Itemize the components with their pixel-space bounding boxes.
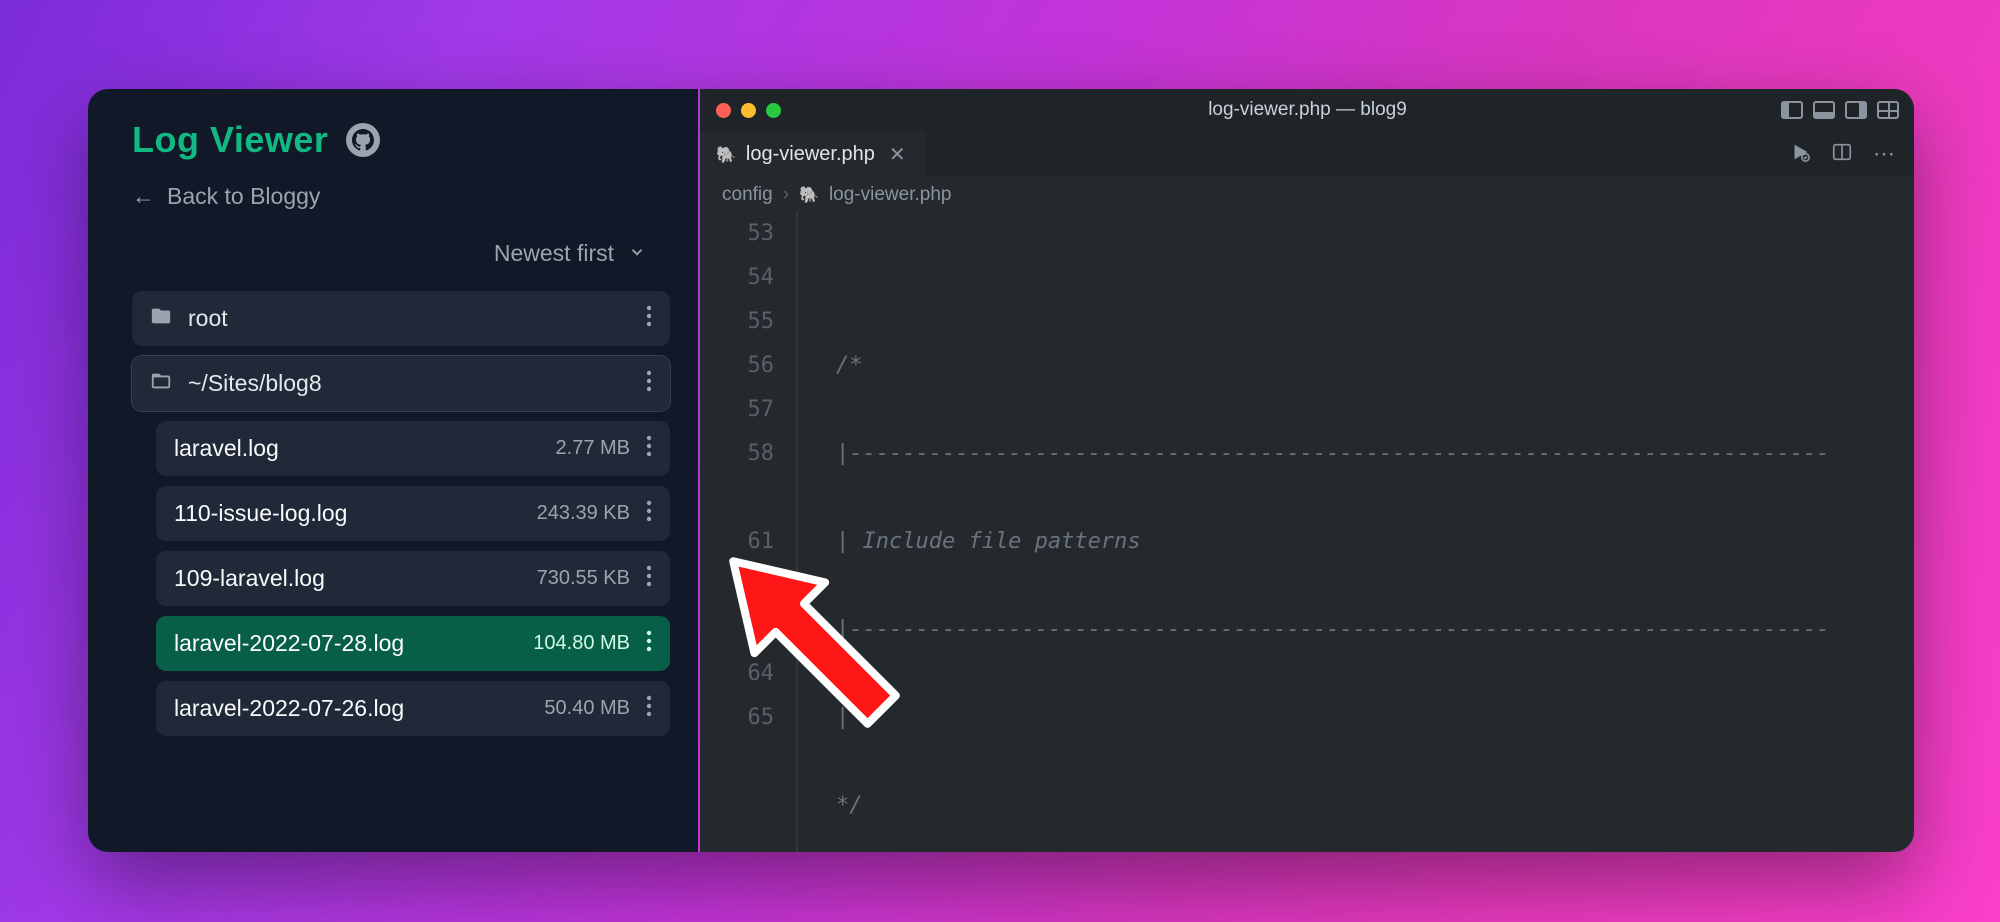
folder-label: ~/Sites/blog8 xyxy=(188,370,322,397)
layout-customize-icon[interactable] xyxy=(1877,101,1899,119)
sort-label: Newest first xyxy=(494,240,614,267)
chevron-right-icon: › xyxy=(783,184,789,206)
folder-open-icon xyxy=(150,370,172,397)
github-icon[interactable] xyxy=(346,123,380,157)
logviewer-panel: Log Viewer ← Back to Bloggy Newest first… xyxy=(88,89,698,852)
layout-sidebar-left-icon[interactable] xyxy=(1781,101,1803,119)
php-file-icon: 🐘 xyxy=(799,185,819,205)
app-title: Log Viewer xyxy=(132,119,328,161)
logviewer-header: Log Viewer xyxy=(132,119,670,161)
more-vertical-icon[interactable] xyxy=(646,435,652,462)
more-vertical-icon[interactable] xyxy=(646,370,652,397)
folder-row-root[interactable]: root xyxy=(132,291,670,346)
line-number-gutter: 53 54 55 56 57 58 61 62 63 64 65 xyxy=(700,212,796,852)
close-icon[interactable]: ✕ xyxy=(885,142,910,167)
file-size: 730.55 KB xyxy=(537,567,630,590)
tab-label: log-viewer.php xyxy=(746,143,875,166)
file-name: 110-issue-log.log xyxy=(174,500,347,527)
file-row[interactable]: laravel.log 2.77 MB xyxy=(156,421,670,476)
breadcrumb-file: log-viewer.php xyxy=(829,184,952,206)
editor-tabbar: 🐘 log-viewer.php ✕ ⋯ xyxy=(700,131,1914,177)
folder-icon xyxy=(150,305,172,332)
file-row-selected[interactable]: laravel-2022-07-28.log 104.80 MB xyxy=(156,616,670,671)
vscode-titlebar: log-viewer.php — blog9 xyxy=(700,89,1914,131)
folder-row-sites-blog8[interactable]: ~/Sites/blog8 xyxy=(132,356,670,411)
file-row[interactable]: laravel-2022-07-26.log 50.40 MB xyxy=(156,681,670,736)
file-size: 243.39 KB xyxy=(537,502,630,525)
back-link[interactable]: ← Back to Bloggy xyxy=(132,183,670,210)
breadcrumb-folder: config xyxy=(722,184,773,206)
breadcrumb[interactable]: config › 🐘 log-viewer.php xyxy=(700,177,1914,212)
file-name: laravel.log xyxy=(174,435,279,462)
layout-panel-bottom-icon[interactable] xyxy=(1813,101,1835,119)
file-size: 104.80 MB xyxy=(533,632,630,655)
chevron-down-icon xyxy=(628,240,646,267)
window-title: log-viewer.php — blog9 xyxy=(700,99,1914,121)
file-name: laravel-2022-07-28.log xyxy=(174,630,404,657)
run-icon[interactable] xyxy=(1789,141,1811,168)
file-size: 2.77 MB xyxy=(556,437,630,460)
folder-label: root xyxy=(188,305,228,332)
more-vertical-icon[interactable] xyxy=(646,630,652,657)
more-vertical-icon[interactable] xyxy=(646,565,652,592)
more-horizontal-icon[interactable]: ⋯ xyxy=(1873,141,1897,167)
editor-tab[interactable]: 🐘 log-viewer.php ✕ xyxy=(700,131,926,177)
more-vertical-icon[interactable] xyxy=(646,500,652,527)
more-vertical-icon[interactable] xyxy=(646,305,652,332)
back-link-label: Back to Bloggy xyxy=(167,183,320,210)
file-row[interactable]: 110-issue-log.log 243.39 KB xyxy=(156,486,670,541)
sort-dropdown[interactable]: Newest first xyxy=(132,240,670,267)
arrow-left-icon: ← xyxy=(132,183,155,210)
php-file-icon: 🐘 xyxy=(716,145,736,165)
layout-sidebar-right-icon[interactable] xyxy=(1845,101,1867,119)
split-editor-icon[interactable] xyxy=(1831,141,1853,168)
app-window: Log Viewer ← Back to Bloggy Newest first… xyxy=(88,89,1914,852)
vscode-window: log-viewer.php — blog9 🐘 log-viewer.php … xyxy=(700,89,1914,852)
code-editor[interactable]: 53 54 55 56 57 58 61 62 63 64 65 /* |---… xyxy=(700,212,1914,852)
file-name: 109-laravel.log xyxy=(174,565,325,592)
code-content: /* |------------------------------------… xyxy=(798,212,1914,852)
file-name: laravel-2022-07-26.log xyxy=(174,695,404,722)
file-row[interactable]: 109-laravel.log 730.55 KB xyxy=(156,551,670,606)
more-vertical-icon[interactable] xyxy=(646,695,652,722)
file-size: 50.40 MB xyxy=(544,697,630,720)
file-list: laravel.log 2.77 MB 110-issue-log.log 24… xyxy=(156,421,670,736)
